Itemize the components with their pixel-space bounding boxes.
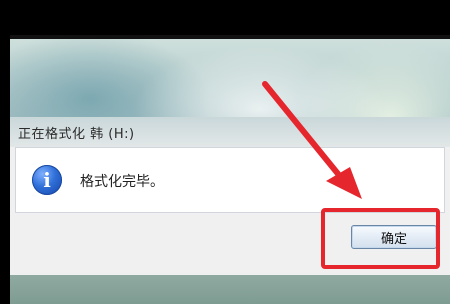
dialog-message: 格式化完毕。: [80, 174, 164, 190]
annotation-highlight-box: [321, 208, 440, 269]
info-icon: i: [32, 165, 62, 195]
screenshot-stage: 正在格式化 韩 (H:) i 格式化完毕。 确定: [0, 0, 450, 304]
dialog-title: 正在格式化 韩 (H:): [18, 127, 135, 142]
info-icon-glyph: i: [43, 168, 51, 192]
dialog-titlebar: 正在格式化 韩 (H:): [10, 117, 450, 147]
